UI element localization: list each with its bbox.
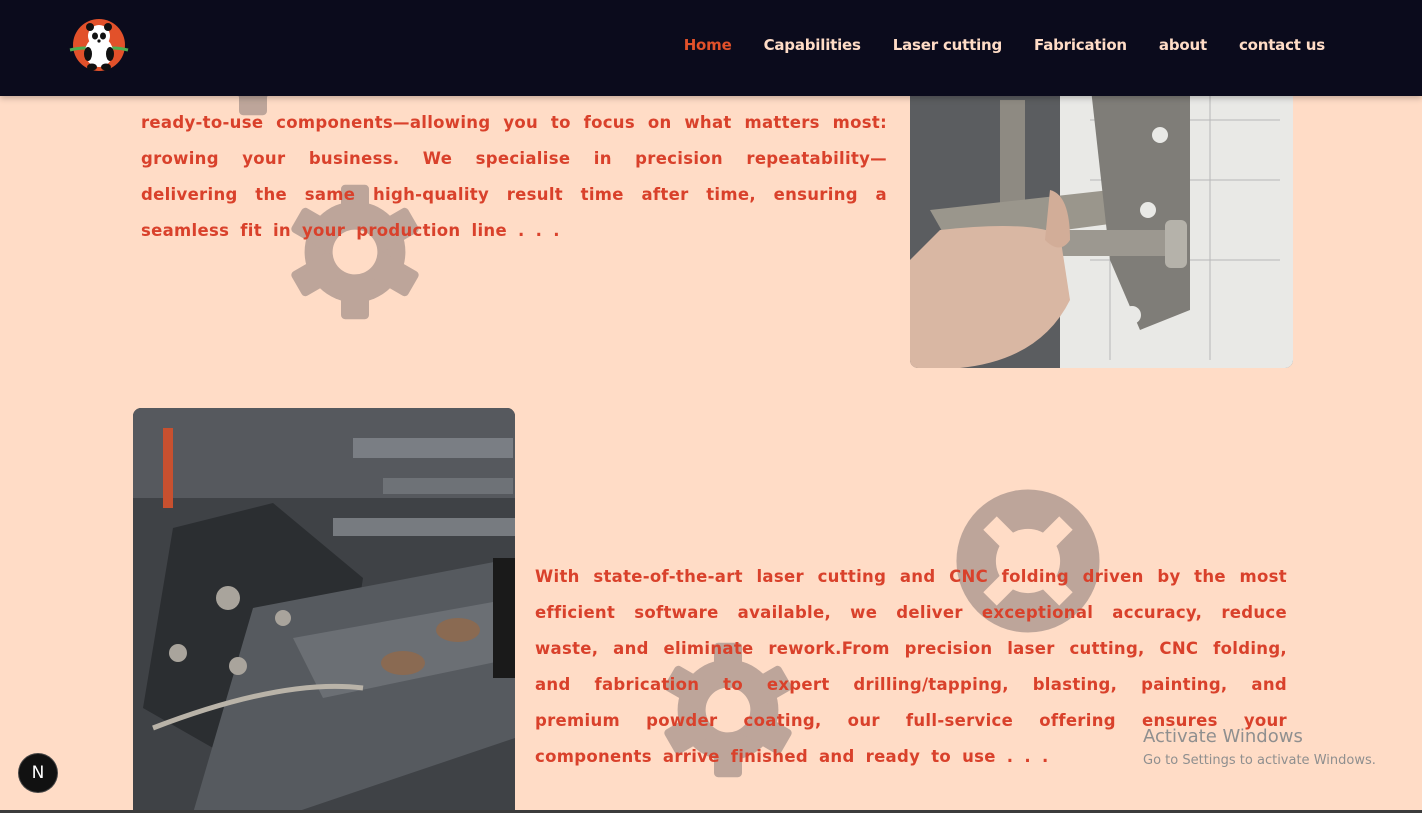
nextjs-n-icon: N (31, 763, 45, 783)
nav-contact-link[interactable]: contact us (1239, 36, 1325, 54)
top-navbar: Home Capabilities Laser cutting Fabricat… (0, 0, 1422, 96)
windows-activation-watermark: Activate Windows Go to Settings to activ… (1143, 726, 1376, 768)
intro-paragraph: ready-to-use components—allowing you to … (141, 112, 887, 240)
nav-home-link[interactable]: Home (684, 36, 732, 54)
steel-bracket-photo (910, 60, 1293, 368)
nav-about-link[interactable]: about (1159, 36, 1207, 54)
nav-capabilities-link[interactable]: Capabilities (764, 36, 861, 54)
nextjs-dev-badge[interactable]: N (19, 754, 57, 792)
nav-fabrication-link[interactable]: Fabrication (1034, 36, 1127, 54)
activate-subtitle: Go to Settings to activate Windows. (1143, 753, 1376, 768)
nav-menu: Home Capabilities Laser cutting Fabricat… (684, 36, 1325, 54)
activate-title: Activate Windows (1143, 726, 1303, 747)
welded-frame-photo (133, 408, 515, 813)
panda-logo[interactable] (66, 16, 132, 74)
nav-laser-cutting-link[interactable]: Laser cutting (893, 36, 1002, 54)
